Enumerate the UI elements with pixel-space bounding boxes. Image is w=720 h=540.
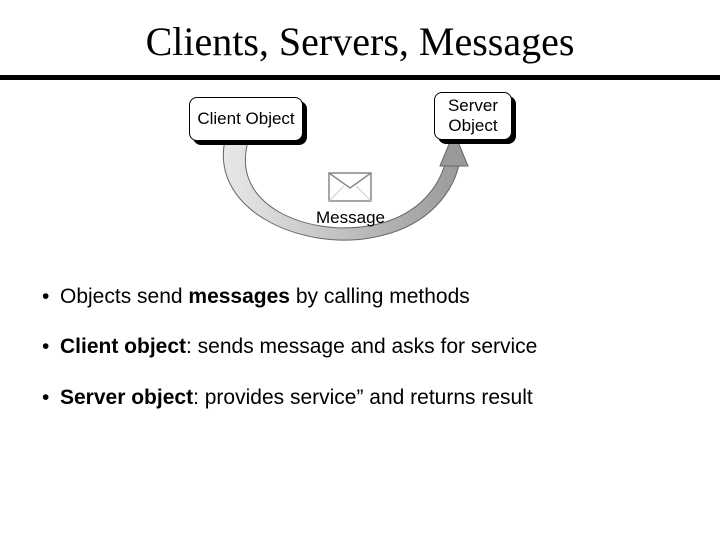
bullet-bold: Client object [60, 335, 186, 358]
server-object-label: Server Object [448, 96, 498, 135]
list-item: Client object: sends message and asks fo… [42, 334, 690, 360]
bullet-bold: Server object [60, 386, 193, 409]
bullet-pre: Objects send [60, 285, 188, 308]
envelope-icon [328, 172, 372, 202]
bullet-post: by calling methods [290, 285, 470, 308]
client-object-label: Client Object [197, 109, 294, 129]
message-label: Message [316, 208, 385, 228]
bullet-post: : sends message and asks for service [186, 335, 537, 358]
bullet-list: Objects send messages by calling methods… [0, 270, 720, 411]
list-item: Objects send messages by calling methods [42, 284, 690, 310]
client-object-box: Client Object [189, 97, 303, 141]
list-item: Server object: provides service” and ret… [42, 385, 690, 411]
slide-title: Clients, Servers, Messages [0, 0, 720, 75]
server-object-box: Server Object [434, 92, 512, 140]
bullet-bold: messages [188, 285, 290, 308]
bullet-post: : provides service” and returns result [193, 386, 533, 409]
diagram-area: Client Object Server Object Message [0, 80, 720, 270]
